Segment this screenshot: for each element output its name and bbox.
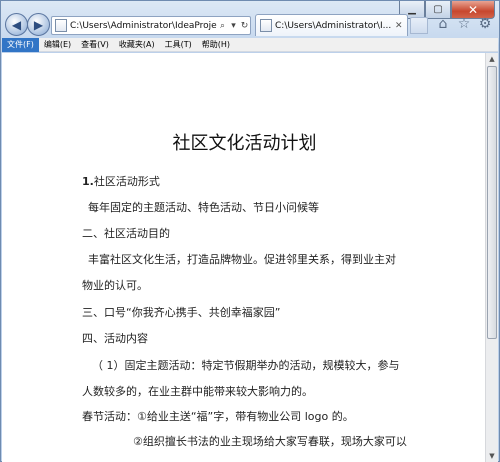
menu-view[interactable]: 查看(V) (76, 38, 114, 52)
item-1-line-1: （ 1）固定主题活动：特定节假期举办的活动，规模较大，参与 (92, 359, 400, 372)
forward-arrow-icon: ▶ (33, 17, 44, 32)
section-1-text: 社区活动形式 (93, 175, 160, 188)
search-icon[interactable]: ⌕ (217, 21, 228, 31)
back-arrow-icon: ◀ (11, 17, 22, 32)
section-1-number: 1. (82, 175, 94, 188)
section-2-heading: 二、社区活动目的 (82, 227, 170, 240)
item-1-line-2: 人数较多的，在业主群中能带来较大影响力的。 (82, 385, 313, 398)
menu-file[interactable]: 文件(F) (2, 37, 39, 52)
refresh-icon[interactable]: ↻ (239, 21, 250, 31)
vertical-scrollbar[interactable]: ▲ ▼ (485, 53, 498, 462)
section-1-heading: 1.社区活动形式 (82, 173, 160, 189)
menu-bar: 文件(F) 编辑(E) 查看(V) 收藏夹(A) 工具(T) 帮助(H) (2, 37, 498, 52)
menu-tools[interactable]: 工具(T) (160, 38, 197, 52)
gear-icon[interactable]: ⚙ (477, 16, 493, 32)
section-2-body-line-2: 物业的认可。 (82, 279, 148, 292)
tab-active[interactable]: C:\Users\Administrator\I... ✕ (255, 14, 408, 36)
scroll-down-icon[interactable]: ▼ (486, 450, 498, 462)
scroll-thumb[interactable] (487, 66, 497, 339)
address-bar[interactable]: C:\Users\Administrator\IdeaProjects\Im ⌕… (51, 16, 251, 35)
tab-page-icon (260, 19, 272, 32)
section-2-body-line-1: 丰富社区文化生活，打造品牌物业。促进邻里关系，得到业主对 (88, 253, 396, 266)
tab-close-icon[interactable]: ✕ (395, 21, 407, 31)
tab-title: C:\Users\Administrator\I... (275, 20, 392, 31)
favorites-star-icon[interactable]: ☆ (456, 16, 472, 32)
forward-button[interactable]: ▶ (27, 13, 50, 36)
spring-activity-line-2: ②组织擅长书法的业主现场给大家写春联，现场大家可以 (133, 435, 407, 448)
menu-help[interactable]: 帮助(H) (197, 38, 235, 52)
section-4-heading: 四、活动内容 (82, 332, 148, 345)
scroll-up-icon[interactable]: ▲ (486, 53, 498, 65)
menu-edit[interactable]: 编辑(E) (39, 38, 76, 52)
address-text[interactable]: C:\Users\Administrator\IdeaProjects\Im (70, 21, 217, 31)
dropdown-icon[interactable]: ▾ (228, 21, 239, 31)
section-3-heading: 三、口号“你我齐心携手、共创幸福家园” (82, 306, 281, 319)
page-icon (55, 19, 67, 32)
spring-activity-line-1: 春节活动：①给业主送“福”字，带有物业公司 logo 的。 (82, 410, 354, 423)
navigation-bar: ◀ ▶ C:\Users\Administrator\IdeaProjects\… (5, 13, 495, 39)
section-1-body: 每年固定的主题活动、特色活动、节日小问候等 (88, 201, 319, 214)
document-title: 社区文化活动计划 (172, 133, 317, 154)
document-page: 社区文化活动计划 1.社区活动形式 每年固定的主题活动、特色活动、节日小问候等 … (2, 53, 487, 462)
new-tab-button[interactable] (410, 17, 428, 34)
home-icon[interactable]: ⌂ (435, 16, 451, 32)
back-button[interactable]: ◀ (5, 13, 28, 36)
browser-window: ▁ ▢ ✕ ◀ ▶ C:\Users\Administrator\IdeaPro… (0, 0, 500, 462)
menu-favorites[interactable]: 收藏夹(A) (114, 38, 160, 52)
toolbar-icons: ⌂ ☆ ⚙ (435, 16, 493, 32)
